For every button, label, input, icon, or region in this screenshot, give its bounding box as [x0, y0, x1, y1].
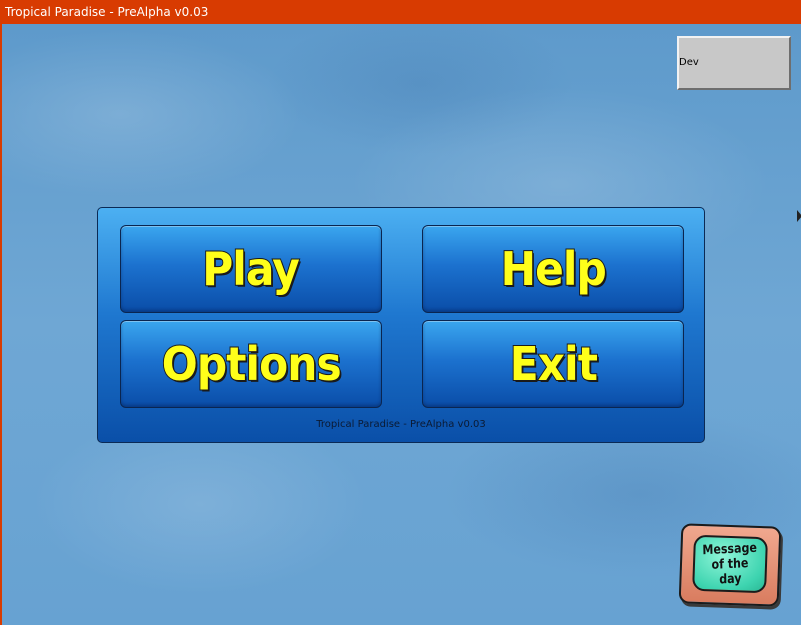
mouse-cursor-icon: [797, 210, 801, 222]
help-button-label: Help: [499, 241, 607, 297]
window-border: [0, 24, 2, 625]
play-button-label: Play: [202, 241, 301, 297]
version-caption: Tropical Paradise - PreAlpha v0.03: [316, 419, 486, 430]
message-of-the-day-button[interactable]: Message of the day: [678, 523, 782, 607]
exit-button-label: Exit: [508, 336, 598, 392]
message-of-the-day-label: Message of the day: [702, 540, 758, 588]
dev-button[interactable]: Dev: [677, 36, 791, 90]
help-button[interactable]: Help: [422, 225, 684, 313]
main-menu-panel: Play Help Options Exit Tropical Paradise…: [97, 207, 705, 443]
game-window: Tropical Paradise - PreAlpha v0.03 Dev P…: [0, 0, 801, 625]
window-title: Tropical Paradise - PreAlpha v0.03: [0, 0, 801, 24]
options-button-label: Options: [161, 336, 343, 392]
exit-button[interactable]: Exit: [422, 320, 684, 408]
play-button[interactable]: Play: [120, 225, 382, 313]
tv-screen-icon: Message of the day: [692, 534, 768, 594]
options-button[interactable]: Options: [120, 320, 382, 408]
